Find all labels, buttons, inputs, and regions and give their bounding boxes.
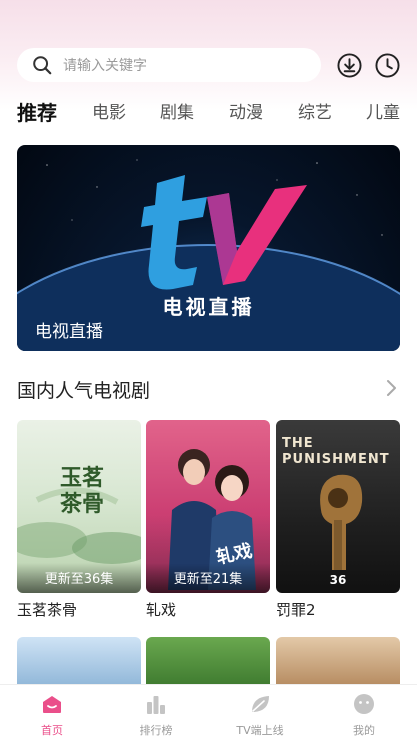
profile-icon xyxy=(354,694,374,714)
search-placeholder: 请输入关键字 xyxy=(63,58,147,74)
episode-badge: 更新至21集 xyxy=(146,563,270,593)
drama-card[interactable]: THE PUNISHMENT 36 罚罪2 xyxy=(276,420,400,620)
nav-label: 我的 xyxy=(353,724,375,737)
search-input[interactable]: 请输入关键字 xyxy=(17,48,321,82)
poster-title-art: THE PUNISHMENT xyxy=(282,436,390,467)
chevron-right-icon[interactable] xyxy=(384,378,398,398)
drama-card[interactable]: 玉茗茶骨 更新至36集 玉茗茶骨 xyxy=(17,420,141,620)
bottom-navigation: 首页 排行榜 TV端上线 我的 xyxy=(0,684,417,743)
nav-home[interactable]: 首页 xyxy=(0,685,104,743)
card-title: 罚罪2 xyxy=(276,601,316,619)
banner-title: 电视直播 xyxy=(162,295,255,319)
tab-kids[interactable]: 儿童 xyxy=(366,100,400,126)
nav-profile[interactable]: 我的 xyxy=(312,685,416,743)
tab-anime[interactable]: 动漫 xyxy=(229,100,263,126)
search-icon xyxy=(33,56,52,75)
poster-image: 玉茗茶骨 更新至36集 xyxy=(17,420,141,593)
rating-badge: 36 xyxy=(329,573,347,587)
section-title: 国内人气电视剧 xyxy=(17,380,151,402)
poster-image: 轧戏 更新至21集 xyxy=(146,420,270,593)
home-icon xyxy=(43,696,61,713)
nav-label: TV端上线 xyxy=(236,724,284,737)
tab-recommend[interactable]: 推荐 xyxy=(17,100,57,126)
drama-card-partial[interactable] xyxy=(17,637,141,687)
card-title: 玉茗茶骨 xyxy=(17,601,78,619)
nav-label: 首页 xyxy=(41,724,63,737)
drama-card-partial[interactable] xyxy=(276,637,400,687)
history-icon[interactable] xyxy=(375,53,400,78)
download-icon[interactable] xyxy=(337,53,362,78)
banner-label: 电视直播 xyxy=(35,322,103,342)
tab-series[interactable]: 剧集 xyxy=(160,100,194,126)
poster-title-art: 玉茗茶骨 xyxy=(59,465,104,517)
tab-movies[interactable]: 电影 xyxy=(92,100,126,126)
ranking-icon xyxy=(147,696,165,714)
category-tabs: 推荐 电影 剧集 动漫 综艺 儿童 xyxy=(0,100,417,128)
leaf-icon xyxy=(252,696,269,712)
episode-badge: 更新至36集 xyxy=(17,563,141,593)
tab-variety[interactable]: 综艺 xyxy=(298,100,332,126)
poster-image: THE PUNISHMENT 36 xyxy=(276,420,400,593)
card-title: 轧戏 xyxy=(146,601,177,619)
search-row: 请输入关键字 xyxy=(0,48,417,84)
drama-card[interactable]: 轧戏 更新至21集 轧戏 xyxy=(146,420,270,620)
nav-ranking[interactable]: 排行榜 xyxy=(104,685,208,743)
live-tv-banner[interactable]: 电视直播 电视直播 xyxy=(17,145,400,351)
nav-tv[interactable]: TV端上线 xyxy=(208,685,312,743)
drama-card-partial[interactable] xyxy=(146,637,270,687)
nav-label: 排行榜 xyxy=(139,724,173,737)
